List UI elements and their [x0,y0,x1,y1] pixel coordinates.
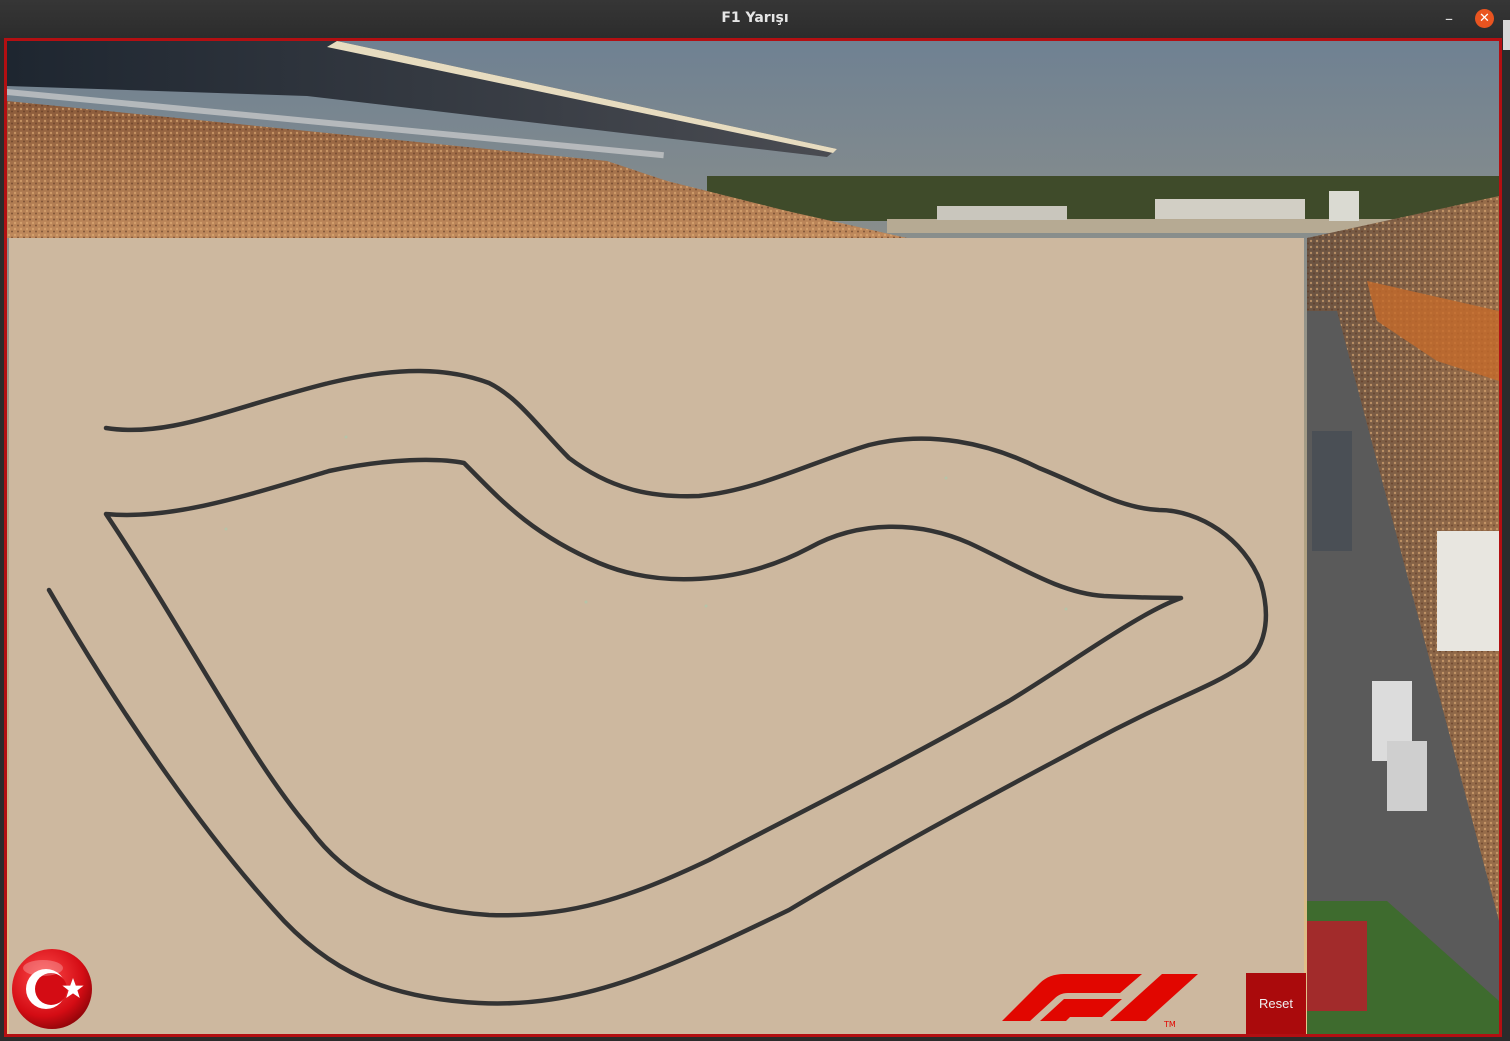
track-inner-boundary [103,457,1184,918]
track-canvas[interactable] [9,238,1304,1034]
close-button[interactable]: ✕ [1475,9,1494,28]
turkey-flag-icon [11,948,93,1030]
window-title: F1 Yarışı [721,10,789,26]
window-titlebar: F1 Yarışı – ✕ [0,0,1510,38]
f1-logo-icon: TM [1002,969,1212,1029]
f1-logo-trademark: TM [1163,1020,1176,1029]
game-frame: TM Reset [4,38,1502,1037]
reset-button[interactable]: Reset [1246,973,1306,1034]
track-outer-boundary [46,368,1269,1006]
track-markers [224,435,1068,611]
minimize-button[interactable]: – [1438,8,1460,30]
scrollbar-thumb[interactable] [1503,20,1510,50]
